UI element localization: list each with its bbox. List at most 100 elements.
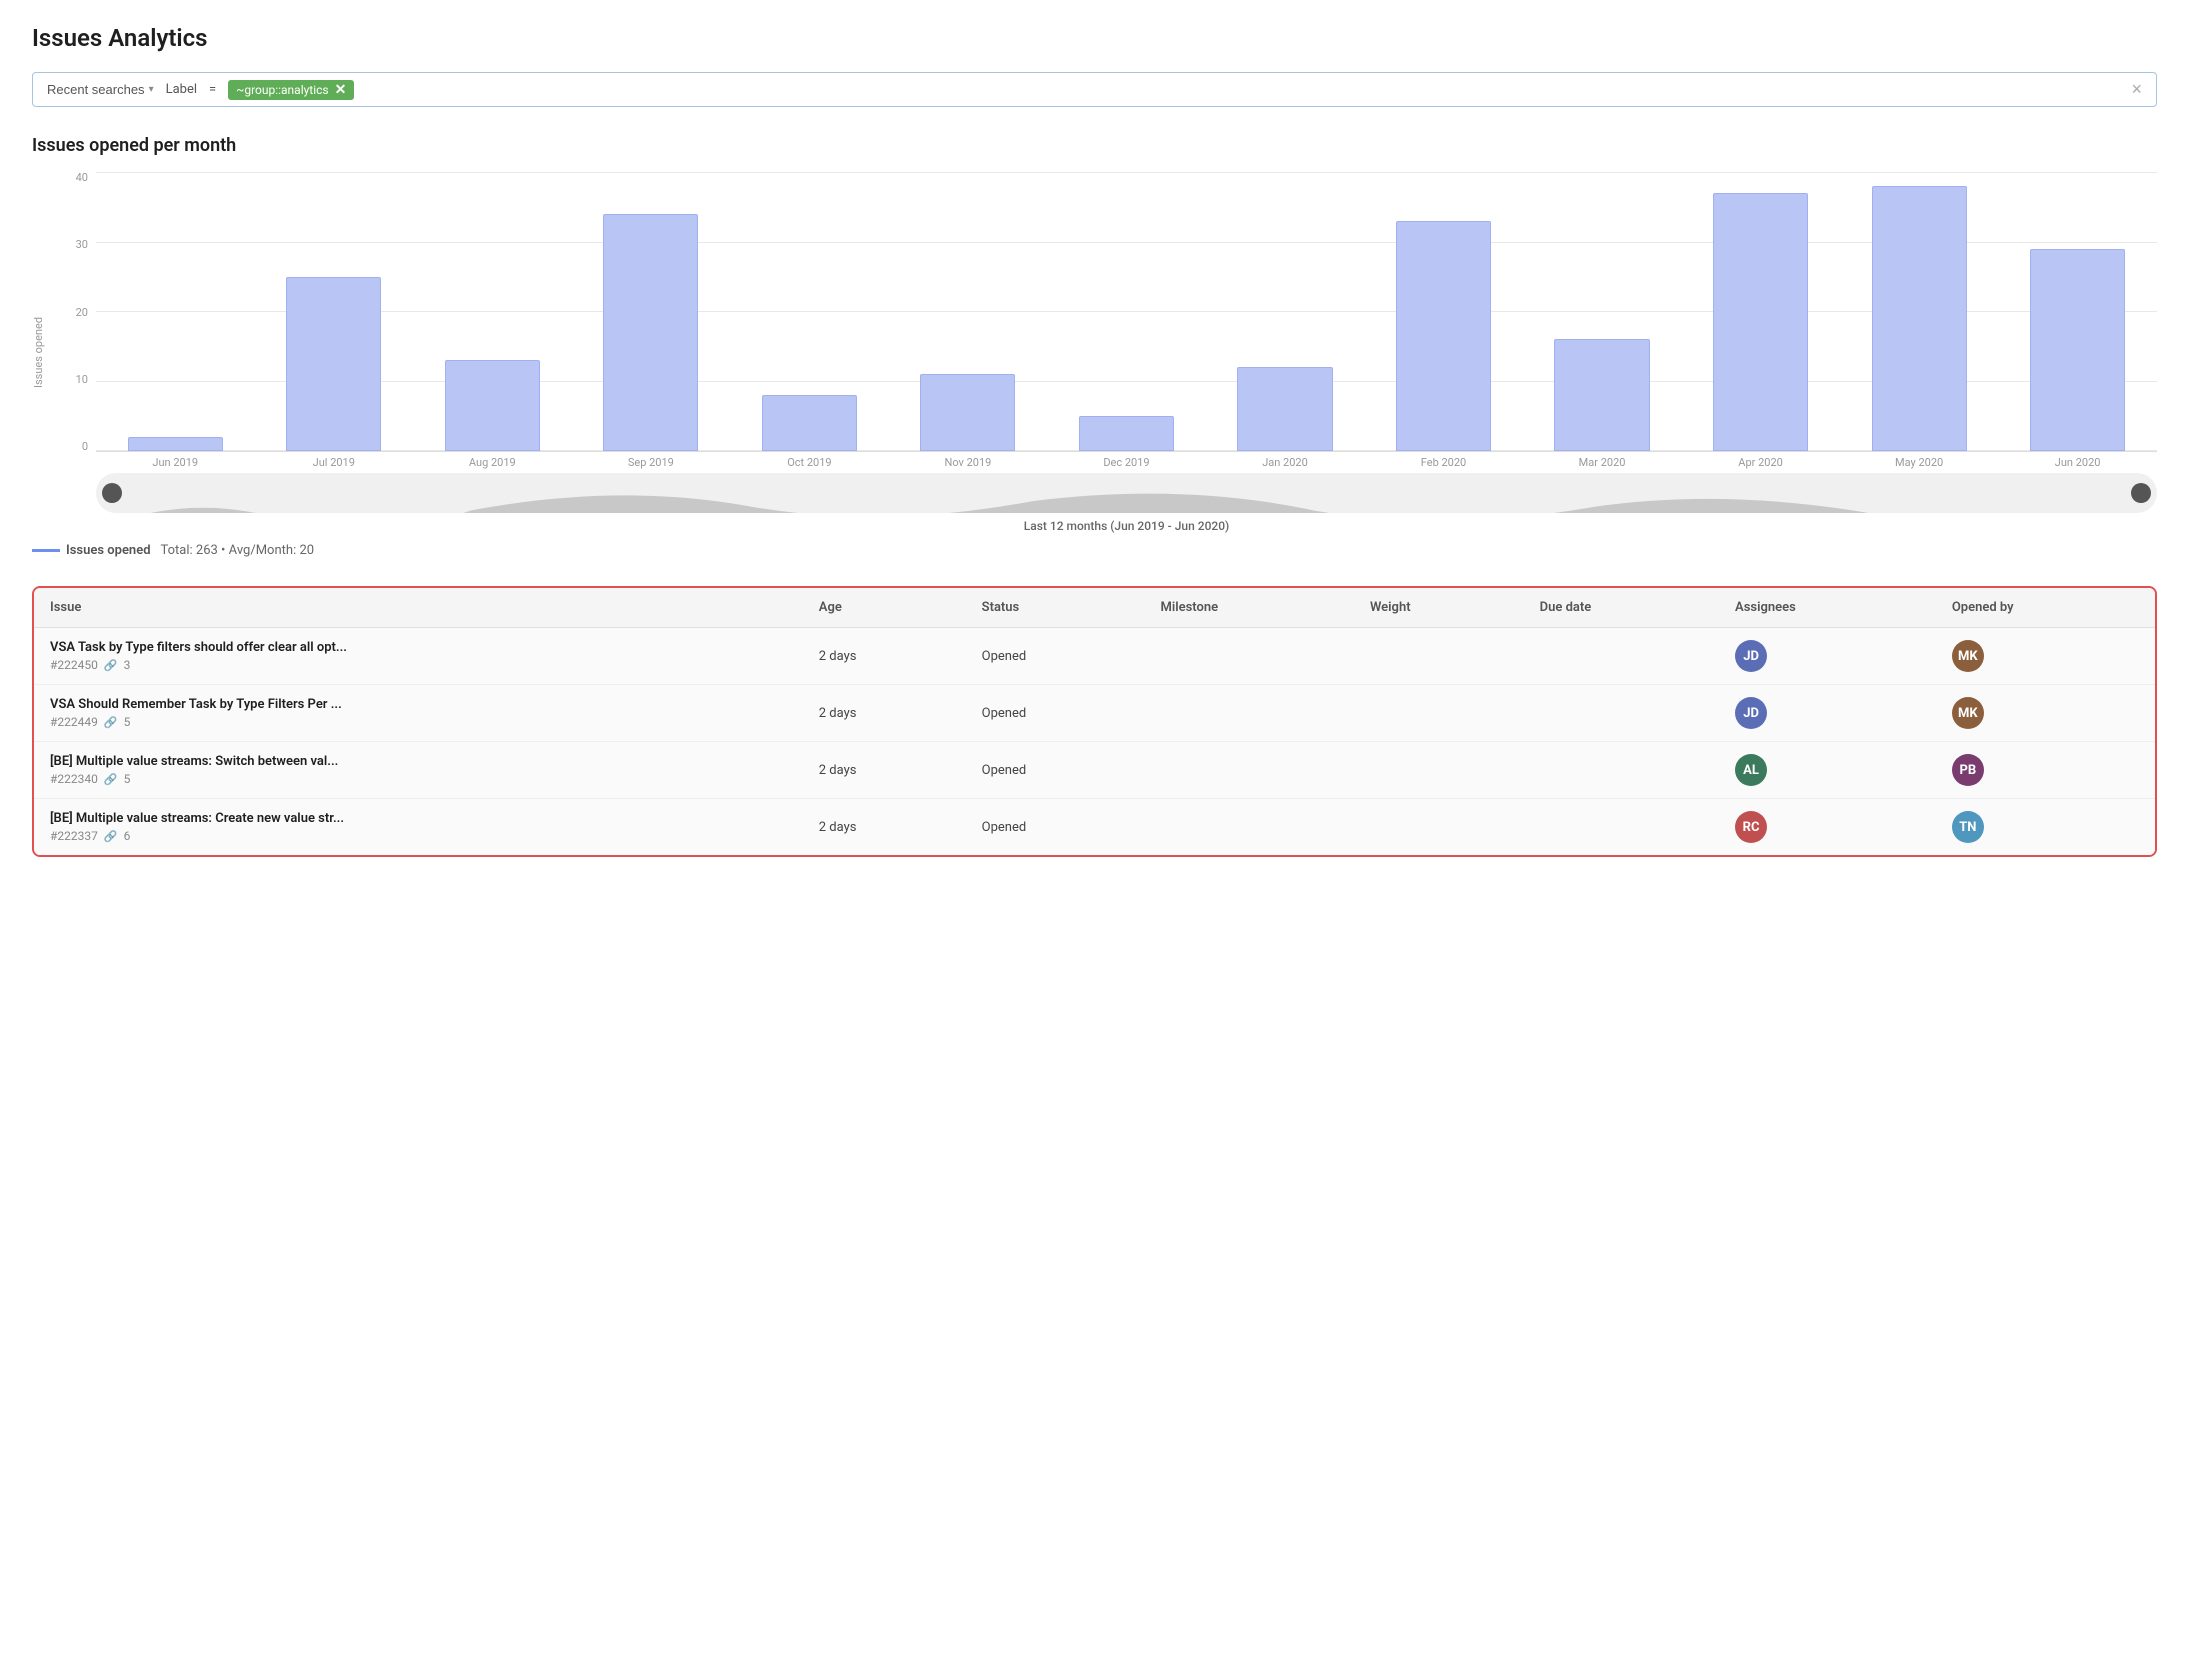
age-cell-0: 2 days [803, 628, 966, 685]
y-label-40: 40 [56, 172, 88, 183]
milestone-cell-1 [1145, 685, 1354, 742]
assignee-avatar-2: AL [1735, 754, 1767, 786]
issue-meta-0: #222450 🔗 3 [50, 658, 787, 672]
age-cell-1: 2 days [803, 685, 966, 742]
chart-bar-8 [1396, 221, 1491, 451]
table-row: VSA Task by Type filters should offer cl… [34, 628, 2155, 685]
status-cell-1: Opened [966, 685, 1145, 742]
col-status: Status [966, 588, 1145, 628]
issues-table-wrapper: Issue Age Status Milestone Weight Due da… [32, 586, 2157, 857]
x-label-9: Mar 2020 [1523, 452, 1682, 469]
chart-bar-group-5 [889, 172, 1048, 451]
chart-bar-7 [1237, 367, 1332, 451]
filter-label: Label [166, 82, 197, 97]
chevron-down-icon: ▾ [149, 84, 154, 95]
chart-bar-group-10 [1681, 172, 1840, 451]
assignee-avatar-1: JD [1735, 697, 1767, 729]
age-cell-2: 2 days [803, 742, 966, 799]
chart-range-label: Last 12 months (Jun 2019 - Jun 2020) [96, 519, 2157, 533]
opener-cell-3: TN [1936, 799, 2155, 856]
issue-number-2: #222340 [50, 772, 98, 786]
chart-bar-group-9 [1523, 172, 1682, 451]
chart-timeline[interactable] [96, 473, 2157, 513]
chart-bar-1 [286, 277, 381, 451]
chart-area: 0 10 20 30 40 [56, 172, 2157, 452]
search-bar: Recent searches ▾ Label = ~group::analyt… [32, 72, 2157, 107]
opener-avatar-3: TN [1952, 811, 1984, 843]
chart-bar-group-4 [730, 172, 889, 451]
milestone-cell-0 [1145, 628, 1354, 685]
col-milestone: Milestone [1145, 588, 1354, 628]
chart-bar-2 [445, 360, 540, 451]
assignee-cell-0: JD [1719, 628, 1936, 685]
opener-cell-1: MK [1936, 685, 2155, 742]
issue-cell-1: VSA Should Remember Task by Type Filters… [34, 685, 803, 742]
opener-cell-0: MK [1936, 628, 2155, 685]
table-header: Issue Age Status Milestone Weight Due da… [34, 588, 2155, 628]
remove-filter-button[interactable]: ✕ [335, 82, 347, 98]
chart-legend: Issues opened Total: 263 • Avg/Month: 20 [32, 543, 2157, 558]
chart-x-labels: Jun 2019Jul 2019Aug 2019Sep 2019Oct 2019… [96, 452, 2157, 469]
weight-cell-2 [1354, 742, 1524, 799]
opener-avatar-1: MK [1952, 697, 1984, 729]
issue-title-1[interactable]: VSA Should Remember Task by Type Filters… [50, 697, 787, 712]
link-icon-0: 🔗 [104, 659, 118, 672]
due-date-cell-1 [1524, 685, 1719, 742]
weight-cell-0 [1354, 628, 1524, 685]
chart-bar-11 [1872, 186, 1967, 451]
col-weight: Weight [1354, 588, 1524, 628]
x-label-11: May 2020 [1840, 452, 1999, 469]
issue-meta-1: #222449 🔗 5 [50, 715, 787, 729]
chart-bar-group-2 [413, 172, 572, 451]
recent-searches-button[interactable]: Recent searches ▾ [43, 80, 158, 99]
chart-bar-group-1 [255, 172, 414, 451]
table-header-row: Issue Age Status Milestone Weight Due da… [34, 588, 2155, 628]
legend-label: Issues opened [66, 543, 151, 558]
clear-all-button[interactable]: × [2127, 79, 2146, 100]
filter-value: ~group::analytics [236, 83, 328, 97]
chart-bars [96, 172, 2157, 451]
status-cell-3: Opened [966, 799, 1145, 856]
y-label-0: 0 [56, 441, 88, 452]
milestone-cell-2 [1145, 742, 1354, 799]
opener-cell-2: PB [1936, 742, 2155, 799]
issue-title-2[interactable]: [BE] Multiple value streams: Switch betw… [50, 754, 787, 769]
timeline-handle-right[interactable] [2131, 483, 2151, 503]
opener-avatar-0: MK [1952, 640, 1984, 672]
timeline-handle-left[interactable] [102, 483, 122, 503]
chart-bar-12 [2030, 249, 2125, 451]
chart-section: Issues opened per month Issues opened 0 … [32, 135, 2157, 558]
chart-bar-group-6 [1047, 172, 1206, 451]
chart-bar-4 [762, 395, 857, 451]
x-label-2: Aug 2019 [413, 452, 572, 469]
chart-bar-group-3 [572, 172, 731, 451]
link-icon-1: 🔗 [104, 716, 118, 729]
link-icon-3: 🔗 [104, 830, 118, 843]
chart-bar-group-8 [1364, 172, 1523, 451]
x-label-8: Feb 2020 [1364, 452, 1523, 469]
issue-cell-3: [BE] Multiple value streams: Create new … [34, 799, 803, 856]
issue-number-1: #222449 [50, 715, 98, 729]
chart-bar-10 [1713, 193, 1808, 451]
due-date-cell-0 [1524, 628, 1719, 685]
filter-operator: = [209, 82, 216, 97]
assignee-avatar-3: RC [1735, 811, 1767, 843]
issue-title-3[interactable]: [BE] Multiple value streams: Create new … [50, 811, 787, 826]
table-row: [BE] Multiple value streams: Create new … [34, 799, 2155, 856]
x-label-6: Dec 2019 [1047, 452, 1206, 469]
issue-cell-0: VSA Task by Type filters should offer cl… [34, 628, 803, 685]
issue-number-0: #222450 [50, 658, 98, 672]
chart-bar-9 [1554, 339, 1649, 451]
x-label-3: Sep 2019 [572, 452, 731, 469]
weight-cell-3 [1354, 799, 1524, 856]
col-age: Age [803, 588, 966, 628]
issue-weight-0: 3 [124, 658, 131, 672]
issue-title-0[interactable]: VSA Task by Type filters should offer cl… [50, 640, 787, 655]
chart-bar-3 [603, 214, 698, 451]
chart-bar-group-7 [1206, 172, 1365, 451]
issue-cell-2: [BE] Multiple value streams: Switch betw… [34, 742, 803, 799]
x-label-10: Apr 2020 [1681, 452, 1840, 469]
x-label-12: Jun 2020 [1998, 452, 2157, 469]
col-opened-by: Opened by [1936, 588, 2155, 628]
chart-bar-6 [1079, 416, 1174, 451]
